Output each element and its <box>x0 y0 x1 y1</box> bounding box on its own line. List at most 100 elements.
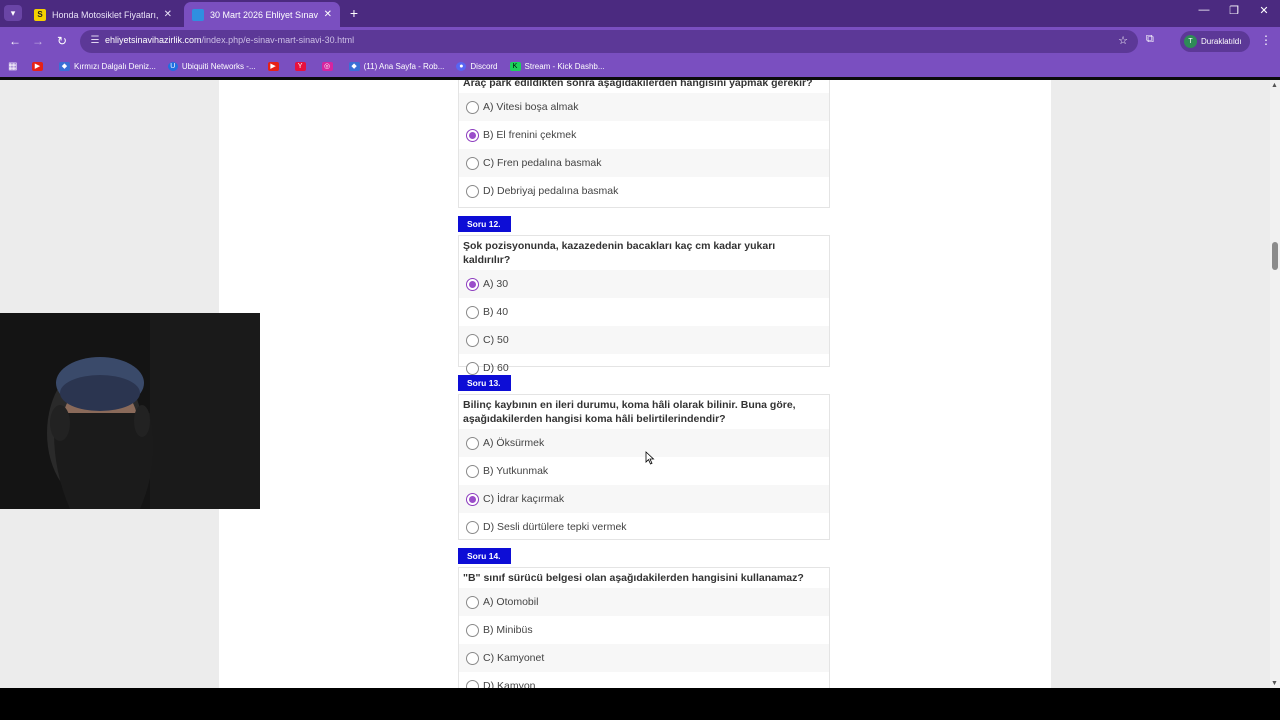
radio-button[interactable] <box>466 679 479 688</box>
bookmark-label: Kırmızı Dalgalı Deniz... <box>74 62 156 71</box>
answer-label: B) Yutkunmak <box>483 465 549 477</box>
answer-option[interactable]: B) Yutkunmak <box>459 457 829 485</box>
tab-search-icon[interactable]: ▾ <box>4 5 22 21</box>
answer-label: B) Minibüs <box>483 624 533 636</box>
scroll-down-icon[interactable]: ▼ <box>1271 680 1278 687</box>
close-icon[interactable]: ✕ <box>164 9 172 20</box>
url-host: ehliyetsinavihazirlik.com <box>105 35 202 45</box>
radio-button[interactable] <box>466 100 479 114</box>
answer-option[interactable]: A) Otomobil <box>459 588 829 616</box>
menu-icon[interactable]: ⋮ <box>1260 33 1272 47</box>
question-card: Şok pozisyonunda, kazazedenin bacakları … <box>458 235 830 375</box>
answer-option[interactable]: B) Minibüs <box>459 616 829 644</box>
answer-option[interactable]: D) Sesli dürtülere tepki vermek <box>459 513 829 541</box>
yandex-icon: Y <box>294 62 306 71</box>
answer-option[interactable]: A) Vitesi boşa almak <box>459 93 829 121</box>
bookmark-youtube-2[interactable]: ▶ <box>267 62 283 71</box>
profile-button[interactable]: T Duraklatıldı <box>1180 31 1250 52</box>
minimize-icon[interactable]: — <box>1194 4 1214 16</box>
answer-option[interactable]: C) İdrar kaçırmak <box>459 485 829 513</box>
radio-button[interactable] <box>466 595 479 609</box>
avatar: T <box>1184 35 1197 48</box>
url-text[interactable]: ehliyetsinavihazirlik.com/index.php/e-si… <box>105 35 354 45</box>
new-tab-button[interactable]: + <box>345 4 363 22</box>
radio-button-selected[interactable] <box>466 492 479 506</box>
bookmark-discord[interactable]: ● Discord <box>456 62 498 71</box>
site-info-icon[interactable]: ☰ <box>88 34 102 48</box>
bookmark-star-icon[interactable]: ☆ <box>1118 34 1128 47</box>
window-close-icon[interactable]: ✕ <box>1254 4 1274 17</box>
radio-button[interactable] <box>466 464 479 478</box>
answer-option[interactable]: B) El frenini çekmek <box>459 121 829 149</box>
bookmark-instagram[interactable]: ◎ <box>321 62 337 71</box>
question-text: Bilinç kaybının en ileri durumu, koma hâ… <box>463 399 796 425</box>
mouse-cursor-icon <box>645 451 655 465</box>
scroll-up-icon[interactable]: ▲ <box>1271 82 1278 89</box>
tab-ehliyet[interactable]: 30 Mart 2026 Ehliyet Sınavı Hazır ✕ <box>184 2 340 27</box>
radio-button[interactable] <box>466 184 479 198</box>
vertical-scrollbar[interactable]: ▲ ▼ <box>1270 80 1280 688</box>
radio-button[interactable] <box>466 520 479 534</box>
forward-icon[interactable]: → <box>30 33 46 49</box>
answer-label: A) Öksürmek <box>483 437 545 449</box>
question-card: Bilinç kaybının en ileri durumu, koma hâ… <box>458 394 830 540</box>
restore-icon[interactable]: ❐ <box>1224 4 1244 17</box>
bookmark-youtube[interactable]: ▶ <box>32 62 47 71</box>
answer-option[interactable]: A) Öksürmek <box>459 429 829 457</box>
radio-button[interactable] <box>466 305 479 319</box>
bookmark-ubiquiti[interactable]: U Ubiquiti Networks -... <box>167 62 256 71</box>
answer-label: C) 50 <box>483 334 509 346</box>
radio-button[interactable] <box>466 651 479 665</box>
answer-label: C) Kamyonet <box>483 652 545 664</box>
radio-button[interactable] <box>466 436 479 450</box>
radio-button-selected[interactable] <box>466 277 479 291</box>
question-text: Araç park edildikten sonra aşağıdakilerd… <box>463 80 813 89</box>
kick-icon: K <box>509 62 521 71</box>
scrollbar-thumb[interactable] <box>1272 242 1278 270</box>
answer-option[interactable]: C) 50 <box>459 326 829 354</box>
apps-grid-icon[interactable]: ▦ <box>8 61 20 73</box>
radio-button[interactable] <box>466 333 479 347</box>
radio-button[interactable] <box>466 361 479 375</box>
radio-button-selected[interactable] <box>466 128 479 142</box>
question-text: "B" sınıf sürücü belgesi olan aşağıdakil… <box>463 572 804 584</box>
tab-title: 30 Mart 2026 Ehliyet Sınavı Hazır <box>210 9 318 20</box>
answer-label: A) 30 <box>483 278 509 290</box>
streamer-camera-image <box>0 313 260 509</box>
back-icon[interactable]: ← <box>7 33 23 49</box>
instagram-icon: ◎ <box>321 62 333 71</box>
answer-option[interactable]: A) 30 <box>459 270 829 298</box>
bookmark-roblox-home[interactable]: ◆ (11) Ana Sayfa - Rob... <box>348 62 445 71</box>
url-path: /index.php/e-sinav-mart-sinavi-30.html <box>201 35 355 45</box>
answer-option[interactable]: D) Kamyon <box>459 672 829 688</box>
close-icon[interactable]: ✕ <box>324 9 332 20</box>
bookmark-roblox[interactable]: ◆ Kırmızı Dalgalı Deniz... <box>59 62 156 71</box>
tab-honda[interactable]: S Honda Motosiklet Fiyatları, İkinci ✕ <box>26 2 180 27</box>
bookmark-label: Ubiquiti Networks -... <box>181 62 256 71</box>
address-bar[interactable]: ☰ ehliyetsinavihazirlik.com/index.php/e-… <box>80 30 1138 53</box>
extensions-icon[interactable]: ⧉ <box>1146 33 1154 46</box>
tab-strip: ▾ S Honda Motosiklet Fiyatları, İkinci ✕… <box>0 0 1280 27</box>
bookmark-yandex[interactable]: Y <box>294 62 310 71</box>
bookmark-label: (11) Ana Sayfa - Rob... <box>363 62 445 71</box>
answer-label: D) Debriyaj pedalına basmak <box>483 185 619 197</box>
bookmark-kick[interactable]: K Stream - Kick Dashb... <box>509 62 605 71</box>
answer-label: B) 40 <box>483 306 509 318</box>
youtube-icon: ▶ <box>32 62 43 71</box>
answer-label: C) Fren pedalına basmak <box>483 157 602 169</box>
radio-button[interactable] <box>466 623 479 637</box>
reload-icon[interactable]: ↻ <box>54 33 70 49</box>
answer-option[interactable]: C) Fren pedalına basmak <box>459 149 829 177</box>
roblox-icon: ◆ <box>348 62 360 71</box>
answer-option[interactable]: C) Kamyonet <box>459 644 829 672</box>
answer-option[interactable]: D) Debriyaj pedalına basmak <box>459 177 829 205</box>
question-card: "B" sınıf sürücü belgesi olan aşağıdakil… <box>458 567 830 688</box>
ubiquiti-icon: U <box>167 62 178 71</box>
answer-option[interactable]: D) 60 <box>459 354 829 382</box>
answer-label: D) 60 <box>483 362 509 374</box>
answer-option[interactable]: B) 40 <box>459 298 829 326</box>
answer-label: D) Sesli dürtülere tepki vermek <box>483 521 627 533</box>
question-card: Araç park edildikten sonra aşağıdakilerd… <box>458 80 830 208</box>
radio-button[interactable] <box>466 156 479 170</box>
webcam-overlay <box>0 313 260 509</box>
